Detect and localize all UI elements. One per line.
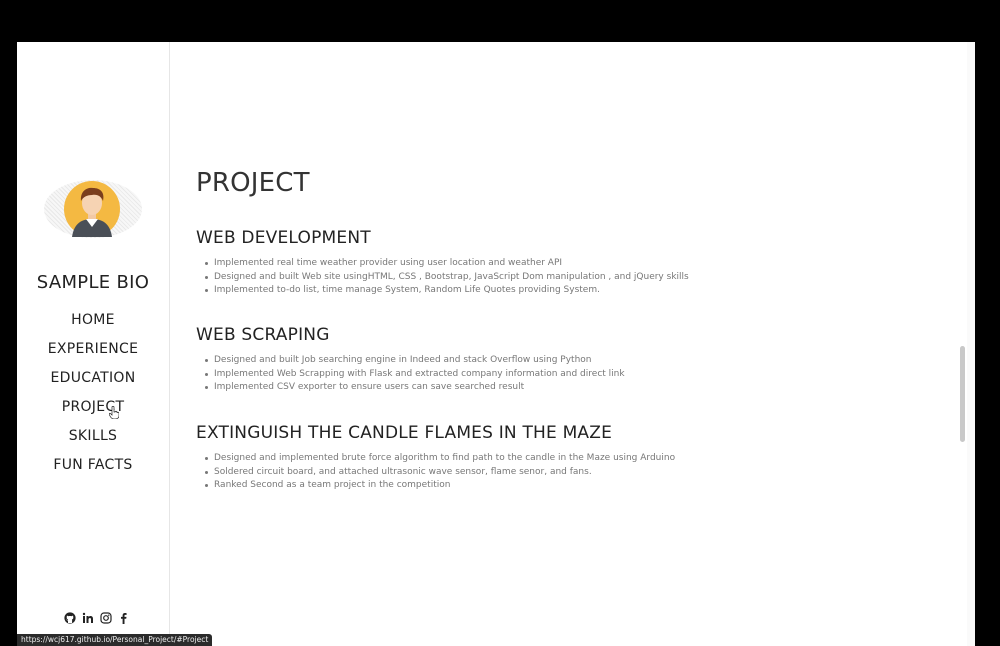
- list-item: Designed and implemented brute force alg…: [204, 452, 675, 466]
- page-title: PROJECT: [196, 168, 310, 198]
- list-item: Soldered circuit board, and attached ult…: [204, 466, 675, 480]
- github-icon[interactable]: [64, 612, 76, 624]
- site-title: SAMPLE BIO: [36, 272, 150, 293]
- status-bar-url: https://wcj617.github.io/Personal_Projec…: [17, 634, 213, 646]
- list-item: Implemented CSV exporter to ensure users…: [205, 381, 625, 395]
- facebook-icon[interactable]: [118, 612, 130, 624]
- social-links: [64, 612, 130, 624]
- list-item: Designed and built Web site usingHTML, C…: [205, 271, 689, 285]
- sidebar: SAMPLE BIO HOME EXPERIENCE EDUCATION PRO…: [17, 42, 170, 646]
- list-item: Implemented Web Scrapping with Flask and…: [205, 368, 625, 382]
- section-title-candle-maze: EXTINGUISH THE CANDLE FLAMES IN THE MAZE: [196, 423, 613, 443]
- nav-item-skills[interactable]: SKILLS: [17, 426, 169, 455]
- instagram-icon[interactable]: [100, 612, 112, 624]
- avatar-frame: [44, 180, 142, 238]
- section-list-web-development: Implemented real time weather provider u…: [196, 257, 689, 298]
- scrollbar-thumb[interactable]: [960, 346, 965, 442]
- nav-item-home[interactable]: HOME: [17, 310, 169, 339]
- nav-item-education[interactable]: EDUCATION: [17, 368, 169, 397]
- list-item: Implemented to-do list, time manage Syst…: [205, 284, 689, 298]
- nav-item-project[interactable]: PROJECT: [17, 397, 169, 426]
- browser-viewport: SAMPLE BIO HOME EXPERIENCE EDUCATION PRO…: [17, 42, 975, 646]
- list-item: Designed and built Job searching engine …: [205, 354, 625, 368]
- scrollbar-track[interactable]: [967, 42, 975, 646]
- section-list-web-scraping: Designed and built Job searching engine …: [196, 354, 625, 395]
- nav-item-fun-facts[interactable]: FUN FACTS: [17, 455, 169, 484]
- hand-cursor-icon: [109, 406, 119, 419]
- nav-item-experience[interactable]: EXPERIENCE: [17, 339, 169, 368]
- linkedin-icon[interactable]: [82, 612, 94, 624]
- section-list-candle-maze: Designed and implemented brute force alg…: [196, 452, 675, 493]
- section-title-web-scraping: WEB SCRAPING: [196, 325, 330, 345]
- list-item: Ranked Second as a team project in the c…: [204, 479, 675, 493]
- list-item: Implemented real time weather provider u…: [205, 257, 689, 271]
- main-nav: HOME EXPERIENCE EDUCATION PROJECT SKILLS…: [17, 310, 169, 484]
- section-title-web-development: WEB DEVELOPMENT: [196, 228, 371, 248]
- avatar: [64, 181, 120, 237]
